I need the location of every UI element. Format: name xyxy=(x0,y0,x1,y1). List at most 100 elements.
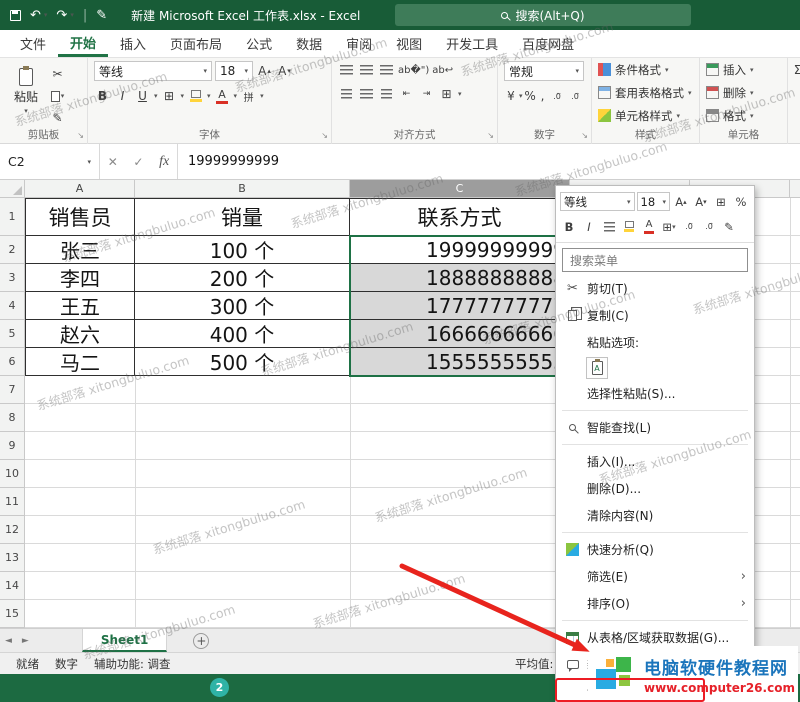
copy-icon[interactable]: ▾ xyxy=(49,87,66,105)
align-right-icon[interactable] xyxy=(378,85,395,103)
undo-icon[interactable]: ↶ xyxy=(30,8,41,23)
cell-b5[interactable]: 400 个 xyxy=(135,320,350,348)
increase-indent-icon[interactable]: ⇥ xyxy=(418,85,435,103)
menu-item-clear-contents[interactable]: 清除内容(N) xyxy=(556,502,754,529)
font-color-caret-icon[interactable]: ▾ xyxy=(234,92,238,100)
column-header-a[interactable]: A xyxy=(25,180,135,198)
number-format-combo[interactable]: 常规▾ xyxy=(504,61,584,81)
clipboard-dialog-launcher[interactable]: ↘ xyxy=(77,131,84,140)
tab-home[interactable]: 开始 xyxy=(58,30,108,57)
font-size-combo[interactable]: 18▾ xyxy=(215,61,253,81)
align-bottom-icon[interactable] xyxy=(378,61,395,79)
accounting-caret-icon[interactable]: ▾ xyxy=(519,92,523,100)
row-header[interactable]: 4 xyxy=(0,292,25,320)
row-header[interactable]: 14 xyxy=(0,572,25,600)
delete-cells-button[interactable]: 删除▾ xyxy=(700,81,787,104)
tab-developer[interactable]: 开发工具 xyxy=(434,30,510,57)
cancel-icon[interactable]: ✕ xyxy=(108,155,118,169)
cell-c2-active[interactable]: 19999999999 xyxy=(350,236,570,264)
sheet-nav-right-icon[interactable]: ► xyxy=(17,629,34,652)
cell-styles-button[interactable]: 单元格样式▾ xyxy=(592,104,699,127)
row-header[interactable]: 6 xyxy=(0,348,25,376)
mini-italic-button[interactable]: I xyxy=(580,218,598,236)
paste-keep-source-button[interactable]: A xyxy=(586,357,608,379)
merge-caret-icon[interactable]: ▾ xyxy=(458,90,462,98)
tab-formulas[interactable]: 公式 xyxy=(234,30,284,57)
row-header[interactable]: 7 xyxy=(0,376,25,404)
cell-a5[interactable]: 赵六 xyxy=(25,320,135,348)
fill-color-icon[interactable] xyxy=(187,87,204,105)
decrease-decimal-icon[interactable]: .0⃗ xyxy=(567,87,584,105)
row-header[interactable]: 9 xyxy=(0,432,25,460)
menu-item-quick-analysis[interactable]: 快速分析(Q) xyxy=(556,536,754,563)
row-header[interactable]: 1 xyxy=(0,198,25,236)
cell-b4[interactable]: 300 个 xyxy=(135,292,350,320)
mini-format-painter-icon[interactable]: ✎ xyxy=(720,218,738,236)
mini-align-icon[interactable] xyxy=(600,218,618,236)
number-dialog-launcher[interactable]: ↘ xyxy=(581,131,588,140)
mini-merge-icon[interactable]: ⊞▾ xyxy=(660,218,678,236)
tab-baidu-netdisk[interactable]: 百度网盘 xyxy=(510,30,586,57)
align-center-icon[interactable] xyxy=(358,85,375,103)
mini-increase-font-icon[interactable]: A▴ xyxy=(672,193,690,211)
menu-item-paste-special[interactable]: 选择性粘贴(S)... xyxy=(556,380,754,407)
cell-a6[interactable]: 马二 xyxy=(25,348,135,376)
cell-a3[interactable]: 李四 xyxy=(25,264,135,292)
increase-font-icon[interactable]: A▴ xyxy=(256,62,273,80)
mini-borders-icon[interactable]: ⊞ xyxy=(712,193,730,211)
sheet-tab-sheet1[interactable]: Sheet1 xyxy=(82,629,168,652)
qat-customize-caret-icon[interactable]: ▾ xyxy=(70,11,74,19)
orientation-icon[interactable]: ab�") xyxy=(398,61,429,79)
mini-font-name-combo[interactable]: 等线▾ xyxy=(560,192,635,211)
bold-button[interactable]: B xyxy=(94,87,111,105)
underline-button[interactable]: U xyxy=(134,87,151,105)
paste-button[interactable]: 粘贴 ▾ xyxy=(6,61,46,121)
cell-a1[interactable]: 销售员 xyxy=(25,198,135,236)
undo-caret-icon[interactable]: ▾ xyxy=(44,11,48,19)
row-header[interactable]: 2 xyxy=(0,236,25,264)
tab-file[interactable]: 文件 xyxy=(8,30,58,57)
tab-data[interactable]: 数据 xyxy=(284,30,334,57)
column-header-f[interactable] xyxy=(790,180,800,198)
underline-caret-icon[interactable]: ▾ xyxy=(154,92,158,100)
tab-insert[interactable]: 插入 xyxy=(108,30,158,57)
cell-b2[interactable]: 100 个 xyxy=(135,236,350,264)
phonetic-guide-icon[interactable]: 拼 xyxy=(240,87,257,105)
conditional-format-button[interactable]: 条件格式▾ xyxy=(592,58,699,81)
align-left-icon[interactable] xyxy=(338,85,355,103)
fill-color-caret-icon[interactable]: ▾ xyxy=(207,92,211,100)
italic-button[interactable]: I xyxy=(114,87,131,105)
select-all-corner[interactable] xyxy=(0,180,25,198)
format-painter-icon[interactable]: ✎ xyxy=(96,8,107,23)
borders-caret-icon[interactable]: ▾ xyxy=(181,92,185,100)
mini-decrease-font-icon[interactable]: A▾ xyxy=(692,193,710,211)
row-header[interactable]: 8 xyxy=(0,404,25,432)
format-cells-button[interactable]: 格式▾ xyxy=(700,104,787,127)
cell-c5[interactable]: 16666666666 xyxy=(350,320,570,348)
insert-function-icon[interactable]: fx xyxy=(159,154,169,170)
font-color-icon[interactable]: A xyxy=(214,87,231,105)
mini-bold-button[interactable]: B xyxy=(560,218,578,236)
search-box[interactable]: 搜索(Alt+Q) xyxy=(395,4,691,26)
increase-decimal-icon[interactable]: .0⃖ xyxy=(549,87,566,105)
column-header-b[interactable]: B xyxy=(135,180,350,198)
tab-page-layout[interactable]: 页面布局 xyxy=(158,30,234,57)
redo-icon[interactable]: ↷ xyxy=(56,8,67,23)
cell-b1[interactable]: 销量 xyxy=(135,198,350,236)
mini-font-color-icon[interactable]: A xyxy=(640,218,658,236)
cell-c6[interactable]: 15555555555 xyxy=(350,348,570,376)
cut-icon[interactable]: ✂ xyxy=(49,65,66,83)
cell-c4[interactable]: 17777777777 xyxy=(350,292,570,320)
name-box[interactable]: C2 ▾ xyxy=(0,144,100,179)
menu-item-smart-lookup[interactable]: 智能查找(L) xyxy=(556,414,754,441)
decrease-font-icon[interactable]: A▾ xyxy=(276,62,293,80)
mini-percent-icon[interactable]: % xyxy=(732,193,750,211)
menu-item-delete[interactable]: 删除(D)... xyxy=(556,475,754,502)
cell-b3[interactable]: 200 个 xyxy=(135,264,350,292)
phonetic-caret-icon[interactable]: ▾ xyxy=(260,92,264,100)
mini-decrease-decimal-icon[interactable]: .0⃗ xyxy=(700,218,718,236)
align-middle-icon[interactable] xyxy=(358,61,375,79)
comma-style-icon[interactable]: , xyxy=(538,87,548,105)
cell-c3[interactable]: 18888888888 xyxy=(350,264,570,292)
borders-icon[interactable]: ⊞ xyxy=(161,87,178,105)
